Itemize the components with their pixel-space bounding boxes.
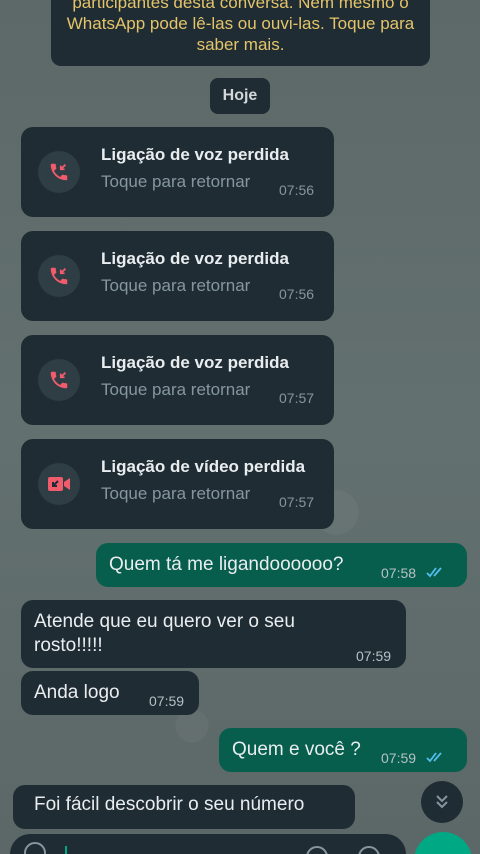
- missed-video-call-icon: [38, 463, 80, 505]
- message-text: Quem e você ?: [232, 739, 361, 760]
- call-time: 07:57: [279, 494, 315, 510]
- message-bubble-outgoing[interactable]: Quem e você ? 07:59: [219, 728, 467, 772]
- encryption-notice-line: saber mais.: [196, 35, 285, 54]
- call-title: Ligação de voz perdida: [101, 145, 289, 164]
- attach-icon[interactable]: [306, 846, 328, 854]
- message-text: Foi fácil descobrir o seu número: [34, 794, 305, 815]
- encryption-notice[interactable]: participantes desta conversa. Nem mesmo …: [51, 0, 430, 66]
- call-time: 07:56: [279, 286, 315, 302]
- call-subtitle: Toque para retornar: [101, 276, 251, 295]
- call-title: Ligação de voz perdida: [101, 249, 289, 268]
- message-input-bar[interactable]: [10, 834, 406, 854]
- message-text: Atende que eu quero ver o seu: [34, 611, 295, 632]
- message-bubble-incoming[interactable]: Atende que eu quero ver o seu rosto!!!!!…: [21, 600, 406, 668]
- call-time: 07:57: [279, 390, 315, 406]
- date-chip: Hoje: [210, 78, 270, 114]
- message-bubble-outgoing[interactable]: Quem tá me ligandoooooo? 07:58: [96, 543, 467, 587]
- message-time: 07:58: [381, 565, 417, 581]
- call-subtitle: Toque para retornar: [101, 484, 251, 503]
- encryption-notice-line: participantes desta conversa. Nem mesmo …: [72, 0, 409, 12]
- missed-voice-call-icon: [38, 359, 80, 401]
- read-ticks-icon: [426, 567, 442, 578]
- encryption-notice-line: WhatsApp pode lê-las ou ouvi-las. Toque …: [66, 14, 415, 33]
- call-subtitle: Toque para retornar: [101, 380, 251, 399]
- message-text: Quem tá me ligandoooooo?: [109, 554, 344, 575]
- missed-voice-call-icon: [38, 255, 80, 297]
- read-ticks-icon: [426, 752, 442, 763]
- call-title: Ligação de vídeo perdida: [101, 457, 306, 476]
- call-subtitle: Toque para retornar: [101, 172, 251, 191]
- missed-voice-call-icon: [38, 151, 80, 193]
- missed-call-card[interactable]: Ligação de voz perdida Toque para retorn…: [21, 127, 334, 217]
- emoji-icon[interactable]: [24, 842, 46, 854]
- message-bubble-incoming[interactable]: Foi fácil descobrir o seu número: [13, 785, 355, 829]
- message-bubble-incoming[interactable]: Anda logo 07:59: [21, 671, 199, 715]
- missed-call-card[interactable]: Ligação de voz perdida Toque para retorn…: [21, 231, 334, 321]
- message-time: 07:59: [356, 648, 392, 664]
- call-title: Ligação de voz perdida: [101, 353, 289, 372]
- message-text: rosto!!!!!: [34, 635, 103, 656]
- double-chevron-down-icon: [436, 795, 448, 809]
- text-caret: [65, 846, 67, 854]
- scroll-to-bottom-button[interactable]: [421, 781, 463, 823]
- message-text: Anda logo: [34, 682, 120, 703]
- message-time: 07:59: [149, 693, 185, 709]
- missed-call-card[interactable]: Ligação de voz perdida Toque para retorn…: [21, 335, 334, 425]
- call-time: 07:56: [279, 182, 315, 198]
- camera-icon[interactable]: [358, 846, 380, 854]
- message-time: 07:59: [381, 750, 417, 766]
- missed-call-card[interactable]: Ligação de vídeo perdida Toque para reto…: [21, 439, 334, 529]
